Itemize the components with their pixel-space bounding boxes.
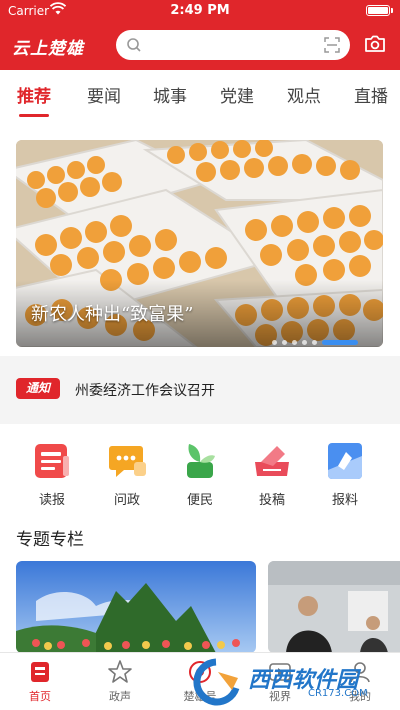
topic-image <box>16 561 256 653</box>
plant-icon <box>179 440 221 482</box>
action-convenience[interactable]: 便民 <box>170 440 230 508</box>
site-watermark: 西西软件园 CR173.COM <box>188 658 388 706</box>
star-icon <box>107 659 133 685</box>
tab-indicator <box>19 114 49 117</box>
special-topic-card[interactable] <box>16 561 256 653</box>
carousel-dot[interactable] <box>292 340 297 345</box>
nav-home[interactable]: 首页 <box>5 659 75 704</box>
banner-caption: 新农人种出“致富果” <box>31 304 194 325</box>
action-report[interactable]: 报料 <box>315 440 375 508</box>
tab-live[interactable]: 直播 <box>354 82 388 107</box>
search-icon <box>126 37 142 57</box>
action-read-paper[interactable]: 读报 <box>22 440 82 508</box>
action-label: 便民 <box>186 493 213 508</box>
report-icon <box>324 440 366 482</box>
tab-city[interactable]: 城事 <box>153 82 187 107</box>
section-title: 专题专栏 <box>16 530 84 550</box>
app-header: Carrier 2:49 PM 云上楚雄 <box>0 0 400 70</box>
category-tabs: 推荐 要闻 城事 党建 观点 直播 <box>0 70 400 120</box>
nav-government[interactable]: 政声 <box>85 659 155 704</box>
action-label: 投稿 <box>258 493 285 508</box>
submit-icon <box>251 440 293 482</box>
action-label: 问政 <box>113 493 140 508</box>
camera-icon[interactable] <box>364 35 386 57</box>
special-topic-card[interactable] <box>268 561 400 653</box>
home-icon <box>27 659 53 685</box>
nav-label: 首页 <box>29 690 51 703</box>
carousel-dot[interactable] <box>272 340 277 345</box>
tab-recommend[interactable]: 推荐 <box>17 82 51 107</box>
chat-icon <box>106 440 148 482</box>
watermark-logo <box>193 658 240 706</box>
quick-actions: 读报 问政 便民 投稿 报料 <box>0 440 400 510</box>
status-bar: Carrier 2:49 PM <box>0 0 400 22</box>
tab-opinion[interactable]: 观点 <box>287 82 321 107</box>
carousel-dot[interactable] <box>312 340 317 345</box>
carousel-dot[interactable] <box>302 340 307 345</box>
notice-badge: 通知 <box>16 378 60 399</box>
battery-icon <box>366 5 393 16</box>
newspaper-icon <box>31 440 73 482</box>
carousel-dots <box>272 332 363 345</box>
notice-text[interactable]: 州委经济工作会议召开 <box>75 380 215 400</box>
tab-headlines[interactable]: 要闻 <box>87 82 121 107</box>
carousel-dot-active[interactable] <box>322 340 358 345</box>
nav-label: 政声 <box>109 690 131 703</box>
app-logo: 云上楚雄 <box>12 39 84 59</box>
banner-carousel[interactable]: 新农人种出“致富果” <box>16 140 383 347</box>
action-inquiry[interactable]: 问政 <box>97 440 157 508</box>
tab-party[interactable]: 党建 <box>220 82 254 107</box>
search-bar[interactable] <box>116 30 350 60</box>
scan-icon[interactable] <box>324 37 340 57</box>
action-submit[interactable]: 投稿 <box>242 440 302 508</box>
action-label: 报料 <box>331 493 358 508</box>
action-label: 读报 <box>38 493 65 508</box>
carousel-dot[interactable] <box>282 340 287 345</box>
clock: 2:49 PM <box>170 3 230 18</box>
topic-image <box>268 561 400 653</box>
watermark-url: CR173.COM <box>308 688 368 699</box>
